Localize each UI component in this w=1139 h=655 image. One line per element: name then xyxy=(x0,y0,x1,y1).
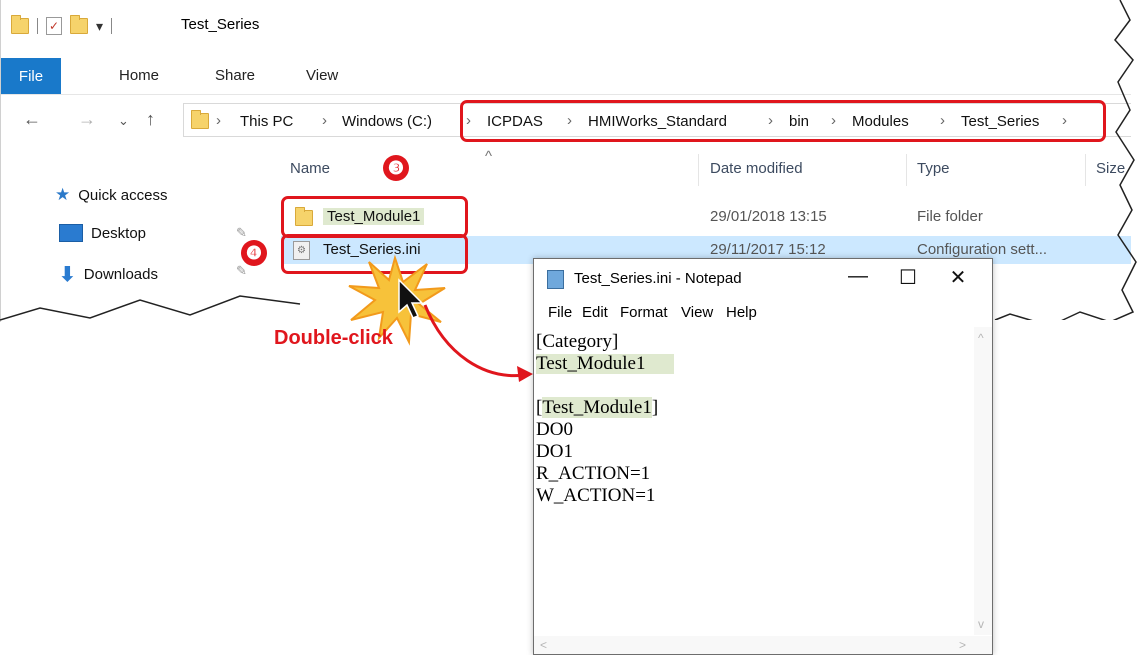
scroll-right-icon[interactable]: > xyxy=(959,638,966,652)
double-click-label: Double-click xyxy=(274,327,393,349)
text-line: [Category] xyxy=(536,331,619,352)
notepad-window: Test_Series.ini - Notepad — ☐ ✕ File Edi… xyxy=(533,258,993,655)
highlighted-section: Test_Module1 xyxy=(542,397,652,418)
text-line: DO0 xyxy=(536,419,573,440)
text-line: DO1 xyxy=(536,441,573,462)
maximize-icon[interactable]: ☐ xyxy=(888,265,928,290)
notepad-text-area[interactable]: [Category] Test_Module1 [Test_Module1] D… xyxy=(536,329,966,629)
minimize-icon[interactable]: — xyxy=(838,265,878,288)
close-icon[interactable]: ✕ xyxy=(938,265,978,290)
text-line: Test_Module1 xyxy=(536,354,674,374)
arrow-line xyxy=(423,304,526,378)
menu-edit[interactable]: Edit xyxy=(582,304,608,321)
notepad-menu-bar: File Edit Format View Help xyxy=(534,301,992,325)
menu-help[interactable]: Help xyxy=(726,304,757,321)
arrow-head-icon xyxy=(517,366,533,382)
menu-file[interactable]: File xyxy=(548,304,572,321)
scroll-down-icon[interactable]: v xyxy=(978,617,984,631)
text-line: W_ACTION=1 xyxy=(536,485,656,506)
vertical-scrollbar[interactable]: ^ v xyxy=(974,327,992,635)
notepad-title: Test_Series.ini - Notepad xyxy=(574,270,742,287)
horizontal-scrollbar[interactable]: < > xyxy=(534,636,992,654)
notepad-title-bar: Test_Series.ini - Notepad — ☐ ✕ xyxy=(534,259,992,297)
step-4-badge: ❹ xyxy=(241,240,267,266)
menu-view[interactable]: View xyxy=(681,304,713,321)
menu-format[interactable]: Format xyxy=(620,304,668,321)
click-burst-annotation xyxy=(348,254,533,382)
notepad-icon xyxy=(547,270,564,289)
text-line: R_ACTION=1 xyxy=(536,463,651,484)
text-line: [Test_Module1] xyxy=(536,397,659,418)
scroll-left-icon[interactable]: < xyxy=(540,638,547,652)
scroll-up-icon[interactable]: ^ xyxy=(978,331,984,345)
step-3-badge: ❸ xyxy=(383,155,409,181)
